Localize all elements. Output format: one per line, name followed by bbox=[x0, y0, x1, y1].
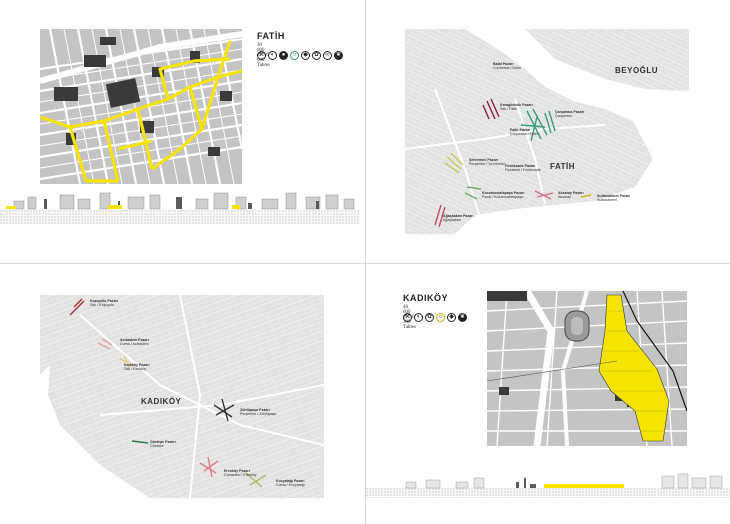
bazaar-label-kadikoy: Kadıköy Pazarı Salı / Kadıköy bbox=[124, 363, 150, 371]
bazaar-label-fatih: Fatih Pazarı Çarşamba / Fatih bbox=[510, 128, 538, 136]
fatih-title: FATİH bbox=[257, 31, 285, 41]
leaf-icon: ❦ bbox=[334, 51, 343, 60]
fatih-product-icons: ⚒ ◐ ● ○ ◆ ✿ ∞ ❦ bbox=[257, 51, 343, 60]
vertical-divider bbox=[365, 0, 366, 524]
cart-icon: ◐ bbox=[414, 313, 423, 322]
bazaar-label-agackakan: Ağaçkakan Pazarı Ağaçkakan bbox=[443, 214, 474, 222]
bazaar-label-aksaray: Aksaray Pazarı Aksaray bbox=[558, 191, 584, 199]
fruit-icon: ✿ bbox=[312, 51, 321, 60]
beyoglu-label: BEYOĞLU bbox=[615, 66, 659, 75]
pot-icon: ✿ bbox=[425, 313, 434, 322]
loop-icon: ∞ bbox=[323, 51, 332, 60]
bazaar-label-karagumruk: Karagümrük Pazarı Salı / Fatih bbox=[500, 103, 533, 111]
fish-icon: ◆ bbox=[447, 313, 456, 322]
bazaar-label-findikzade: Fındıkzade Pazarı Pazartesi / Fındıkzade bbox=[505, 164, 541, 172]
cart-icon: ◐ bbox=[268, 51, 277, 60]
kadikoy-product-icons: ⚒ ◐ ✿ ○ ◆ ❦ bbox=[403, 313, 467, 322]
kadikoy-label: KADIKÖY bbox=[141, 397, 182, 406]
fatih-elevation-strip bbox=[0, 189, 360, 225]
horizontal-divider bbox=[0, 263, 730, 264]
kadikoy-overview-map[interactable] bbox=[40, 295, 324, 498]
bazaar-label-sehremini: Şehremini Pazarı Perşembe / Şehremini bbox=[469, 158, 505, 166]
tool-icon: ⚒ bbox=[257, 51, 266, 60]
bazaar-label-sultanahmet: Sultanahmet Pazarı Sultanahmet bbox=[597, 194, 631, 202]
bazaar-label-kozyatagi: Kozyatağı Pazarı Cuma / Kozyatağı bbox=[276, 479, 305, 487]
bazaar-label-carsamba: Çarşamba Pazarı Çarşamba bbox=[555, 110, 584, 118]
fatih-overview-map[interactable] bbox=[405, 29, 689, 234]
bazaar-label-kocamustafapasa: Kocamustafapaşa Pazarı Pazar / Kocamustaf… bbox=[482, 191, 525, 199]
fish-icon: ◆ bbox=[301, 51, 310, 60]
bazaar-label-erenkoy: Erenköy Pazarı Cumartesi / Erenköy bbox=[224, 469, 257, 477]
bazaar-label-goztepe: Göztepe Pazarı Göztepe bbox=[150, 440, 176, 448]
bazaar-label-zuhtupasa: Zühtüpaşa Pazarı Perşembe / Zühtüpaşa bbox=[240, 408, 277, 416]
ring-icon: ○ bbox=[290, 51, 299, 60]
tool-icon: ⚒ bbox=[403, 313, 412, 322]
bazaar-label-acibadem: Acıbadem Pazarı Cuma / Acıbadem bbox=[120, 338, 149, 346]
fruit-icon: ❦ bbox=[458, 313, 467, 322]
bazaar-label-kosuyolu: Koşuyolu Pazarı Salı / Koşuyolu bbox=[90, 299, 118, 307]
pot-icon: ● bbox=[279, 51, 288, 60]
bazaar-label-balat: Balat Pazarı Cumartesi / Balat bbox=[493, 62, 521, 70]
fatih-label: FATİH bbox=[550, 162, 576, 171]
kadikoy-elevation-strip bbox=[366, 470, 730, 498]
ring-icon: ○ bbox=[436, 313, 445, 322]
fatih-detail-map[interactable] bbox=[40, 29, 242, 184]
kadikoy-detail-map[interactable] bbox=[487, 291, 687, 446]
kadikoy-title: KADIKÖY bbox=[403, 293, 449, 303]
